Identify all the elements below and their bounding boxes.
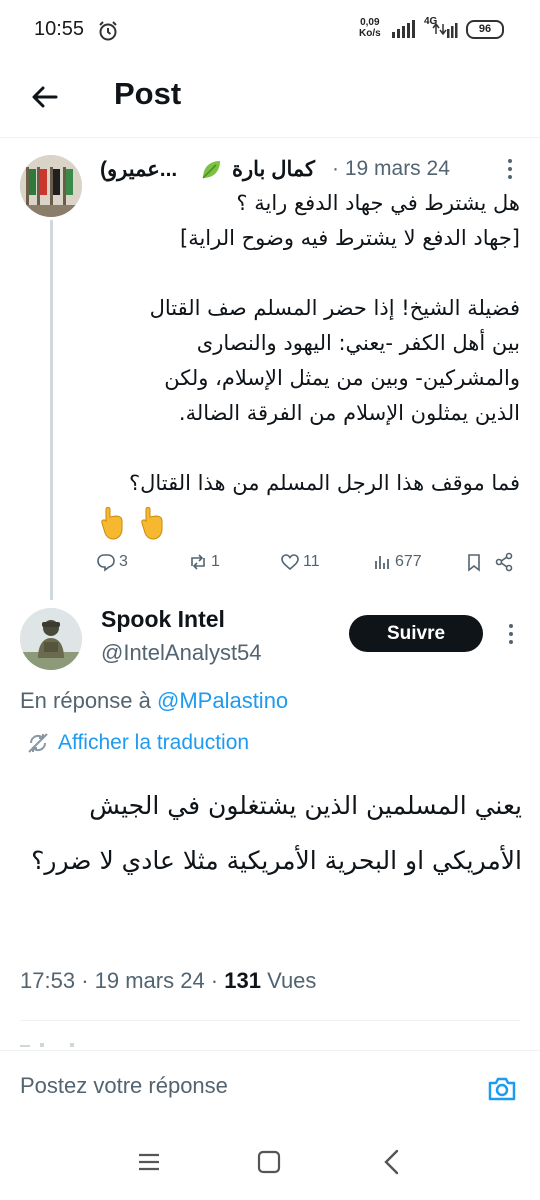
share-button[interactable] <box>494 552 514 572</box>
reply-context: En réponse à @MPalastino <box>20 688 288 714</box>
like-count: 11 <box>303 553 320 570</box>
translate-link[interactable]: Afficher la traduction <box>26 731 249 755</box>
heart-icon <box>281 554 299 571</box>
back-nav-icon[interactable] <box>380 1148 404 1176</box>
bookmark-button[interactable] <box>464 552 484 572</box>
post-header: (عميرو... كمال بارة · 19 mars 24 <box>100 153 520 189</box>
reply-prefix: En réponse à <box>20 688 151 713</box>
author-name[interactable]: (عميرو... <box>100 157 177 182</box>
home-icon[interactable] <box>257 1150 281 1174</box>
post-actions: 3 1 11 677 <box>96 550 526 580</box>
post-date: · 19 mars 24 · <box>81 968 219 993</box>
author-name-2[interactable]: كمال بارة <box>232 157 315 182</box>
more-vertical-icon[interactable] <box>503 620 519 648</box>
reply-count: 3 <box>119 553 128 570</box>
reply-compose-bar: Postez votre réponse <box>0 1050 540 1128</box>
avatar-image <box>20 608 82 670</box>
post-text-line: بين أهل الكفر -يعني: اليهود والنصارى <box>196 331 520 355</box>
divider-marks <box>20 1043 74 1047</box>
signal-icon <box>392 20 415 38</box>
reply-button[interactable]: 3 <box>96 552 128 572</box>
recent-apps-icon[interactable] <box>137 1150 161 1174</box>
divider <box>20 1020 520 1021</box>
signal-icon-2 <box>432 22 458 38</box>
post-text-line: [جهاد الدفع لا يشترط فيه وضوح الراية] <box>180 226 520 250</box>
repost-button[interactable]: 1 <box>188 552 220 572</box>
translate-label: Afficher la traduction <box>58 731 250 754</box>
avatar[interactable] <box>20 608 82 670</box>
battery-indicator: 96 <box>466 20 504 39</box>
post-text-line <box>96 431 520 466</box>
net-speed-value: 0,09 <box>360 17 380 28</box>
reply-icon <box>97 554 115 572</box>
views-count: 677 <box>395 553 422 570</box>
post-text-line: فما موقف هذا الرجل المسلم من هذا القتال؟ <box>128 471 520 495</box>
author-name[interactable]: Spook Intel <box>101 606 225 633</box>
page-title: Post <box>114 76 182 111</box>
views-button[interactable]: 677 <box>372 552 422 572</box>
alarm-icon <box>99 21 117 41</box>
post-meta: 17:53 · 19 mars 24 · 131 Vues <box>20 968 316 994</box>
reply-input[interactable]: Postez votre réponse <box>20 1073 228 1099</box>
like-button[interactable]: 11 <box>280 552 320 572</box>
system-nav-bar <box>0 1128 540 1200</box>
follow-button[interactable]: Suivre <box>349 615 483 652</box>
views-count: 131 <box>224 968 261 993</box>
views-label: Vues <box>267 968 317 993</box>
post-date[interactable]: · 19 mars 24 <box>332 157 450 181</box>
post-text-line: فضيلة الشيخ! إذا حضر المسلم صف القتال <box>149 296 520 320</box>
camera-icon[interactable] <box>486 1073 518 1105</box>
author-handle[interactable]: @IntelAnalyst54 <box>101 640 262 666</box>
net-speed: 0,09 Ko/s <box>359 17 381 39</box>
post-text-line: والمشركين- وبين من يمثل الإسلام، ولكن <box>164 366 520 390</box>
post-time: 17:53 <box>20 968 76 993</box>
leaf-icon <box>202 161 220 179</box>
post-text: هل يشترط في جهاد الدفع راية ؟ [جهاد الدفع… <box>96 186 520 501</box>
net-speed-unit: Ko/s <box>359 28 381 39</box>
more-vertical-icon[interactable] <box>500 155 520 183</box>
arrow-left-icon[interactable] <box>28 80 62 114</box>
share-icon <box>495 552 513 572</box>
repost-icon <box>191 554 205 570</box>
pointing-down-emoji <box>101 507 163 540</box>
header: Post <box>0 60 540 138</box>
views-icon <box>375 556 389 569</box>
post-text-line: هل يشترط في جهاد الدفع راية ؟ <box>236 191 520 215</box>
translate-icon <box>28 733 48 753</box>
bookmark-icon <box>468 554 480 572</box>
post-text-line: الذين يمثلون الإسلام من الفرقة الضالة. <box>178 401 520 425</box>
post-text-line <box>96 256 520 291</box>
repost-count: 1 <box>211 553 220 570</box>
post-text: يعني المسلمين الذين يشتغلون في الجيش الأ… <box>31 791 522 875</box>
status-time: 10:55 <box>34 18 85 40</box>
avatar[interactable] <box>20 155 82 217</box>
reply-mention-link[interactable]: @MPalastino <box>157 688 288 713</box>
status-bar: 10:55 0,09 Ko/s 4G 96 <box>0 0 540 60</box>
thread-line <box>50 220 53 600</box>
avatar-image <box>20 155 82 217</box>
